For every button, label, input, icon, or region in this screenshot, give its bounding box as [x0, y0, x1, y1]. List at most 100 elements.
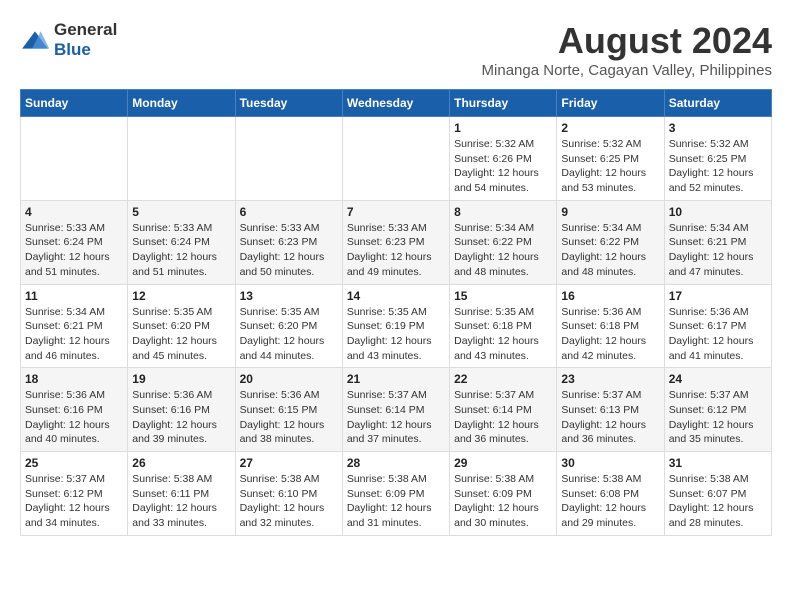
day-cell: [342, 117, 449, 201]
week-row-3: 11 Sunrise: 5:34 AM Sunset: 6:21 PM Dayli…: [21, 284, 772, 368]
day-number: 8: [454, 205, 552, 219]
day-cell: 17Sunrise: 5:36 AM Sunset: 6:17 PM Dayli…: [664, 284, 771, 368]
day-number: 19: [132, 372, 230, 386]
logo-icon: [20, 30, 50, 50]
column-header-wednesday: Wednesday: [342, 90, 449, 117]
day-info: Sunrise: 5:37 AM Sunset: 6:14 PM Dayligh…: [454, 388, 552, 447]
subtitle: Minanga Norte, Cagayan Valley, Philippin…: [482, 62, 772, 79]
week-row-5: 25Sunrise: 5:37 AM Sunset: 6:12 PM Dayli…: [21, 452, 772, 536]
day-number: 31: [669, 456, 767, 470]
day-info: Sunrise: 5:32 AM Sunset: 6:25 PM Dayligh…: [669, 137, 767, 196]
day-cell: 27 Sunrise: 5:38 AM Sunset: 6:10 PM Dayli…: [235, 452, 342, 536]
day-cell: 4Sunrise: 5:33 AM Sunset: 6:24 PM Daylig…: [21, 200, 128, 284]
day-cell: 31 Sunrise: 5:38 AM Sunset: 6:07 PM Dayli…: [664, 452, 771, 536]
day-cell: 7 Sunrise: 5:33 AM Sunset: 6:23 PM Daylig…: [342, 200, 449, 284]
day-number: 2: [561, 121, 659, 135]
day-number: 28: [347, 456, 445, 470]
day-number: 10: [669, 205, 767, 219]
header-row: SundayMondayTuesdayWednesdayThursdayFrid…: [21, 90, 772, 117]
day-cell: 20 Sunrise: 5:36 AM Sunset: 6:15 PM Dayli…: [235, 368, 342, 452]
day-cell: 2Sunrise: 5:32 AM Sunset: 6:25 PM Daylig…: [557, 117, 664, 201]
day-cell: 3 Sunrise: 5:32 AM Sunset: 6:25 PM Daylig…: [664, 117, 771, 201]
day-cell: 1 Sunrise: 5:32 AM Sunset: 6:26 PM Daylig…: [450, 117, 557, 201]
day-info: Sunrise: 5:37 AM Sunset: 6:14 PM Dayligh…: [347, 388, 445, 447]
day-info: Sunrise: 5:36 AM Sunset: 6:18 PM Dayligh…: [561, 305, 659, 364]
day-info: Sunrise: 5:32 AM Sunset: 6:26 PM Dayligh…: [454, 137, 552, 196]
day-info: Sunrise: 5:36 AM Sunset: 6:16 PM Dayligh…: [132, 388, 230, 447]
day-cell: [235, 117, 342, 201]
day-info: Sunrise: 5:33 AM Sunset: 6:23 PM Dayligh…: [347, 221, 445, 280]
day-info: Sunrise: 5:35 AM Sunset: 6:20 PM Dayligh…: [240, 305, 338, 364]
calendar-table: SundayMondayTuesdayWednesdayThursdayFrid…: [20, 89, 772, 536]
day-number: 12: [132, 289, 230, 303]
day-info: Sunrise: 5:33 AM Sunset: 6:24 PM Dayligh…: [132, 221, 230, 280]
week-row-1: 1 Sunrise: 5:32 AM Sunset: 6:26 PM Daylig…: [21, 117, 772, 201]
day-cell: 30 Sunrise: 5:38 AM Sunset: 6:08 PM Dayli…: [557, 452, 664, 536]
day-cell: [21, 117, 128, 201]
day-number: 13: [240, 289, 338, 303]
day-info: Sunrise: 5:38 AM Sunset: 6:09 PM Dayligh…: [347, 472, 445, 531]
day-cell: 5 Sunrise: 5:33 AM Sunset: 6:24 PM Daylig…: [128, 200, 235, 284]
day-cell: 8Sunrise: 5:34 AM Sunset: 6:22 PM Daylig…: [450, 200, 557, 284]
day-cell: 11 Sunrise: 5:34 AM Sunset: 6:21 PM Dayli…: [21, 284, 128, 368]
day-info: Sunrise: 5:34 AM Sunset: 6:21 PM Dayligh…: [25, 305, 123, 364]
title-area: August 2024 Minanga Norte, Cagayan Valle…: [482, 20, 772, 79]
day-number: 7: [347, 205, 445, 219]
day-cell: 16Sunrise: 5:36 AM Sunset: 6:18 PM Dayli…: [557, 284, 664, 368]
day-info: Sunrise: 5:35 AM Sunset: 6:19 PM Dayligh…: [347, 305, 445, 364]
day-info: Sunrise: 5:38 AM Sunset: 6:10 PM Dayligh…: [240, 472, 338, 531]
column-header-thursday: Thursday: [450, 90, 557, 117]
day-cell: 6Sunrise: 5:33 AM Sunset: 6:23 PM Daylig…: [235, 200, 342, 284]
day-cell: 25Sunrise: 5:37 AM Sunset: 6:12 PM Dayli…: [21, 452, 128, 536]
day-info: Sunrise: 5:38 AM Sunset: 6:08 PM Dayligh…: [561, 472, 659, 531]
day-number: 11: [25, 289, 123, 303]
day-cell: [128, 117, 235, 201]
logo: General Blue: [20, 20, 117, 60]
day-number: 18: [25, 372, 123, 386]
day-number: 23: [561, 372, 659, 386]
day-cell: 22Sunrise: 5:37 AM Sunset: 6:14 PM Dayli…: [450, 368, 557, 452]
day-info: Sunrise: 5:33 AM Sunset: 6:23 PM Dayligh…: [240, 221, 338, 280]
day-cell: 12 Sunrise: 5:35 AM Sunset: 6:20 PM Dayli…: [128, 284, 235, 368]
day-number: 26: [132, 456, 230, 470]
day-number: 21: [347, 372, 445, 386]
day-info: Sunrise: 5:33 AM Sunset: 6:24 PM Dayligh…: [25, 221, 123, 280]
day-cell: 14 Sunrise: 5:35 AM Sunset: 6:19 PM Dayli…: [342, 284, 449, 368]
column-header-tuesday: Tuesday: [235, 90, 342, 117]
day-cell: 19 Sunrise: 5:36 AM Sunset: 6:16 PM Dayli…: [128, 368, 235, 452]
day-info: Sunrise: 5:38 AM Sunset: 6:11 PM Dayligh…: [132, 472, 230, 531]
day-info: Sunrise: 5:37 AM Sunset: 6:12 PM Dayligh…: [669, 388, 767, 447]
day-info: Sunrise: 5:36 AM Sunset: 6:16 PM Dayligh…: [25, 388, 123, 447]
day-info: Sunrise: 5:38 AM Sunset: 6:09 PM Dayligh…: [454, 472, 552, 531]
week-row-4: 18 Sunrise: 5:36 AM Sunset: 6:16 PM Dayli…: [21, 368, 772, 452]
logo-blue: Blue: [54, 40, 91, 59]
day-cell: 28 Sunrise: 5:38 AM Sunset: 6:09 PM Dayli…: [342, 452, 449, 536]
day-info: Sunrise: 5:37 AM Sunset: 6:12 PM Dayligh…: [25, 472, 123, 531]
day-number: 5: [132, 205, 230, 219]
logo-general: General: [54, 20, 117, 39]
day-number: 14: [347, 289, 445, 303]
day-number: 9: [561, 205, 659, 219]
day-info: Sunrise: 5:38 AM Sunset: 6:07 PM Dayligh…: [669, 472, 767, 531]
day-cell: 24Sunrise: 5:37 AM Sunset: 6:12 PM Dayli…: [664, 368, 771, 452]
day-number: 20: [240, 372, 338, 386]
day-number: 27: [240, 456, 338, 470]
day-cell: 26 Sunrise: 5:38 AM Sunset: 6:11 PM Dayli…: [128, 452, 235, 536]
day-info: Sunrise: 5:36 AM Sunset: 6:15 PM Dayligh…: [240, 388, 338, 447]
day-cell: 15Sunrise: 5:35 AM Sunset: 6:18 PM Dayli…: [450, 284, 557, 368]
column-header-friday: Friday: [557, 90, 664, 117]
day-cell: 13 Sunrise: 5:35 AM Sunset: 6:20 PM Dayli…: [235, 284, 342, 368]
header: General Blue August 2024 Minanga Norte, …: [20, 20, 772, 79]
day-info: Sunrise: 5:36 AM Sunset: 6:17 PM Dayligh…: [669, 305, 767, 364]
day-number: 3: [669, 121, 767, 135]
column-header-sunday: Sunday: [21, 90, 128, 117]
day-number: 30: [561, 456, 659, 470]
day-info: Sunrise: 5:35 AM Sunset: 6:20 PM Dayligh…: [132, 305, 230, 364]
day-cell: 29Sunrise: 5:38 AM Sunset: 6:09 PM Dayli…: [450, 452, 557, 536]
day-cell: 18 Sunrise: 5:36 AM Sunset: 6:16 PM Dayli…: [21, 368, 128, 452]
column-header-saturday: Saturday: [664, 90, 771, 117]
day-info: Sunrise: 5:35 AM Sunset: 6:18 PM Dayligh…: [454, 305, 552, 364]
day-info: Sunrise: 5:34 AM Sunset: 6:22 PM Dayligh…: [561, 221, 659, 280]
day-info: Sunrise: 5:37 AM Sunset: 6:13 PM Dayligh…: [561, 388, 659, 447]
day-number: 1: [454, 121, 552, 135]
